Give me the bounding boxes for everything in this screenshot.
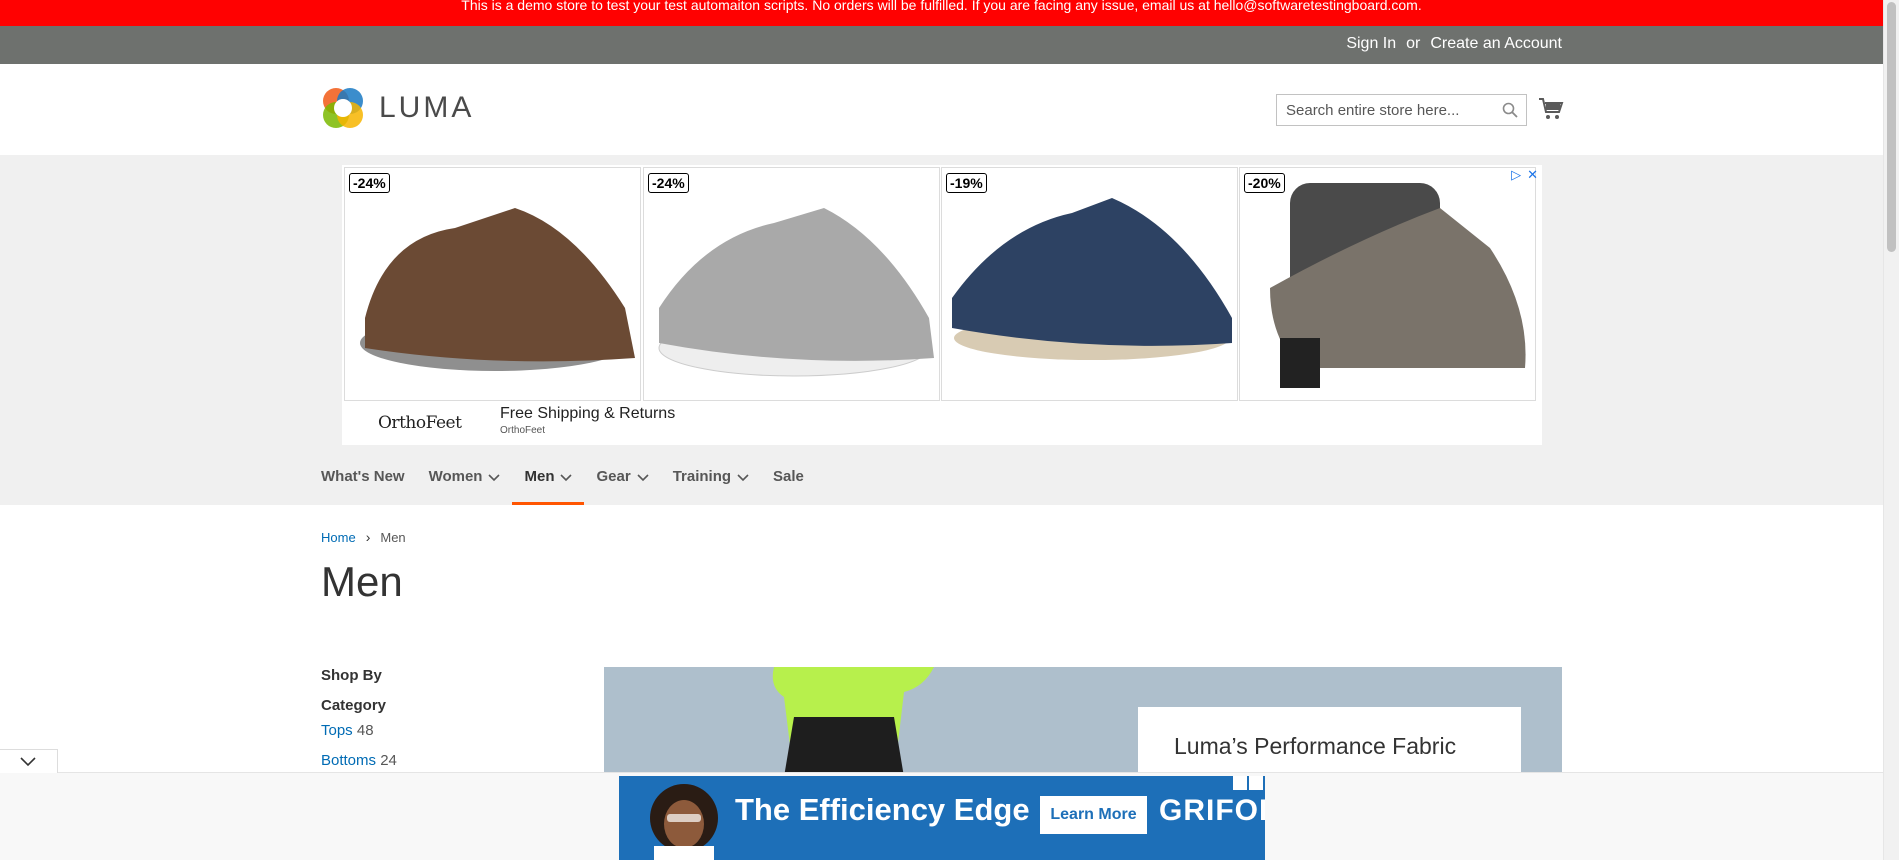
discount-badge: -19% xyxy=(946,173,987,193)
display-ad[interactable]: -24% -24% -19% -20% ▷ ✕ OrthoFeet Free S… xyxy=(342,165,1542,445)
hero-text-box: Luma’s Performance Fabric xyxy=(1138,707,1521,777)
hero-title: Luma’s Performance Fabric xyxy=(1174,733,1457,759)
breadcrumb: Home › Men xyxy=(321,529,406,545)
shop-by-heading: Shop By xyxy=(321,667,382,684)
nav-label: Gear xyxy=(596,468,631,485)
nav-label: What's New xyxy=(321,468,405,485)
demo-notice-text: This is a demo store to test your test a… xyxy=(461,0,1422,13)
chevron-down-icon xyxy=(560,474,573,482)
adchoices-icon[interactable] xyxy=(1233,776,1247,790)
close-icon[interactable]: ✕ xyxy=(1527,167,1538,183)
page-scrollbar[interactable] xyxy=(1883,0,1899,860)
shoe-image xyxy=(952,198,1232,360)
logo-wordmark: LUMA xyxy=(379,91,475,124)
demo-notice-banner: This is a demo store to test your test a… xyxy=(0,0,1883,26)
shoe-image xyxy=(1270,183,1526,388)
search-icon[interactable] xyxy=(1502,102,1518,118)
advertiser-logo[interactable]: OrthoFeet xyxy=(378,413,462,433)
category-filter-title[interactable]: Category xyxy=(321,697,386,714)
ad-product-card[interactable]: -19% xyxy=(941,167,1238,401)
page-title: Men xyxy=(321,558,403,605)
nav-whats-new[interactable]: What's New xyxy=(321,458,417,505)
ad-controls[interactable] xyxy=(1233,776,1263,790)
chevron-down-icon xyxy=(737,474,749,482)
close-icon[interactable] xyxy=(1249,776,1263,790)
site-header: LUMA xyxy=(0,64,1883,155)
nav-men[interactable]: Men xyxy=(512,458,585,505)
category-link[interactable]: Tops xyxy=(321,722,353,739)
create-account-link[interactable]: Create an Account xyxy=(1430,35,1562,53)
top-bar: Sign In or Create an Account xyxy=(0,26,1883,64)
hero-banner[interactable]: Luma’s Performance Fabric xyxy=(604,667,1562,777)
nav-label: Men xyxy=(524,468,555,485)
collapse-ad-toggle[interactable] xyxy=(0,749,58,773)
ad-headline[interactable]: Free Shipping & Returns xyxy=(500,405,675,423)
discount-badge: -24% xyxy=(648,173,689,193)
ad-choices[interactable]: ▷ ✕ xyxy=(1511,167,1538,183)
discount-badge: -24% xyxy=(349,173,390,193)
chevron-down-icon xyxy=(637,474,649,482)
category-link[interactable]: Bottoms xyxy=(321,752,376,769)
nav-gear[interactable]: Gear xyxy=(584,458,660,505)
chevron-down-icon xyxy=(20,757,36,767)
sign-in-link[interactable]: Sign In xyxy=(1346,35,1396,53)
main-navigation: What's New Women Men Gear Training Sale xyxy=(321,458,816,505)
chevron-down-icon xyxy=(488,474,501,482)
ad-product-card[interactable]: -24% xyxy=(344,167,641,401)
nav-label: Training xyxy=(672,468,732,485)
chevron-right-icon: › xyxy=(365,529,371,545)
ad-product-card[interactable]: -20% xyxy=(1239,167,1536,401)
luma-logo[interactable]: LUMA xyxy=(321,86,474,130)
nav-women[interactable]: Women xyxy=(417,458,513,505)
breadcrumb-current: Men xyxy=(380,529,406,545)
category-count: 48 xyxy=(356,722,374,739)
scrollbar-thumb[interactable] xyxy=(1887,2,1896,252)
luma-logo-icon xyxy=(323,88,363,128)
or-separator: or xyxy=(1406,35,1421,52)
bottom-banner-ad[interactable]: The Efficiency Edge Learn More GRIFOLS xyxy=(619,776,1265,860)
search-input[interactable] xyxy=(1277,95,1487,125)
ad-person-illustration xyxy=(650,784,718,860)
shoe-image xyxy=(658,208,934,377)
nav-label: Sale xyxy=(773,468,804,485)
nav-training[interactable]: Training xyxy=(661,458,761,505)
learn-more-button[interactable]: Learn More xyxy=(1040,796,1147,834)
breadcrumb-home-link[interactable]: Home xyxy=(321,530,356,545)
bottom-ad-headline: The Efficiency Edge xyxy=(735,792,1030,827)
discount-badge: -20% xyxy=(1244,173,1285,193)
ad-advertiser-name: OrthoFeet xyxy=(500,425,546,436)
bottom-ad-brand: GRIFOLS xyxy=(1159,794,1265,827)
cart-icon[interactable] xyxy=(1538,97,1564,121)
adchoices-icon[interactable]: ▷ xyxy=(1511,167,1521,183)
category-filter-item[interactable]: Tops 48 xyxy=(321,722,374,739)
search-box[interactable] xyxy=(1276,94,1527,126)
category-count: 24 xyxy=(380,752,397,769)
nav-sale[interactable]: Sale xyxy=(761,458,816,505)
shoe-image xyxy=(360,208,635,371)
ad-product-card[interactable]: -24% xyxy=(643,167,940,401)
nav-label: Women xyxy=(428,468,483,485)
category-filter-item[interactable]: Bottoms 24 xyxy=(321,752,397,769)
